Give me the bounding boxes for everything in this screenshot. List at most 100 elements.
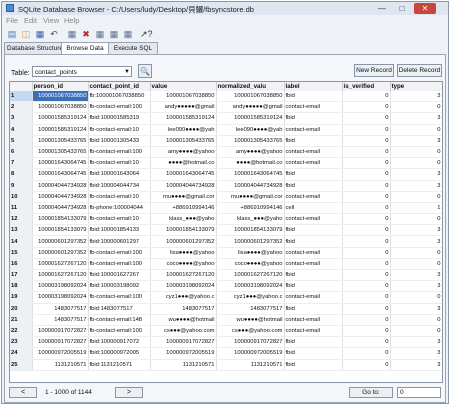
menu-view[interactable]: View: [43, 16, 59, 25]
table-cell[interactable]: fbid:100001643064: [88, 168, 151, 181]
table-cell[interactable]: fb-contact-email:10: [88, 124, 151, 136]
table-cell[interactable]: 100001305433765: [216, 135, 285, 147]
table-cell[interactable]: andy●●●●●@gmail: [216, 101, 285, 114]
table-cell[interactable]: wu●●●●@hotmail: [216, 314, 285, 326]
column-header[interactable]: value: [150, 82, 217, 91]
table-row[interactable]: 24 100000972005519 fbid:100000972005 100000…: [10, 347, 442, 360]
table-cell[interactable]: lee090●●●●@yah: [150, 124, 217, 136]
table-cell[interactable]: 0: [342, 347, 391, 360]
table-cell[interactable]: contact-email: [284, 258, 343, 271]
table-cell[interactable]: 1483077517: [150, 303, 217, 315]
table-cell[interactable]: 100001067038850: [150, 91, 217, 103]
delete-table-icon[interactable]: ✖: [80, 28, 92, 40]
table-cell[interactable]: mu●●●●@gmail.cor: [150, 191, 217, 203]
table-cell[interactable]: 100000601297352: [32, 235, 89, 248]
table-cell[interactable]: 100001585319124: [150, 112, 217, 125]
table-cell[interactable]: 3: [390, 303, 442, 315]
tab-database-structure[interactable]: Database Structure: [4, 42, 63, 54]
table-cell[interactable]: contact-email: [284, 314, 343, 326]
table-cell[interactable]: fbid: [284, 168, 343, 181]
table-cell[interactable]: fbid:100001305433: [88, 135, 151, 147]
table-cell[interactable]: 0: [342, 325, 391, 338]
table-cell[interactable]: 100001643064745: [150, 168, 217, 181]
table-cell[interactable]: contact-email: [284, 325, 343, 338]
table-cell[interactable]: 100001305433765: [32, 135, 89, 147]
table-cell[interactable]: 3: [390, 347, 442, 360]
table-cell[interactable]: fbid: [284, 180, 343, 192]
table-cell[interactable]: 0: [342, 168, 391, 181]
prev-page-button[interactable]: <: [9, 387, 37, 398]
table-cell[interactable]: 100001854133079: [32, 224, 89, 237]
table-cell[interactable]: fb:100001067038850: [88, 91, 151, 103]
table-cell[interactable]: 100004044734928: [32, 180, 89, 192]
table-cell[interactable]: 0: [342, 336, 391, 349]
close-button[interactable]: ✕: [414, 3, 436, 14]
table-row[interactable]: 12 100001854133079 fb-contact-email:10 klas…: [10, 213, 442, 226]
table-cell[interactable]: 100001067038850: [216, 91, 285, 103]
table-cell[interactable]: 0: [390, 191, 442, 203]
table-cell[interactable]: 0: [390, 124, 442, 136]
table-row[interactable]: 23 100000917072827 fbid:100000917072 100000…: [10, 336, 442, 349]
table-cell[interactable]: 0: [342, 247, 391, 259]
table-cell[interactable]: 100004044734928: [150, 180, 217, 192]
data-grid[interactable]: person_id contact_point_id value normalized…: [9, 81, 443, 383]
table-cell[interactable]: fbid: [284, 359, 343, 371]
create-table-icon[interactable]: ▦: [66, 28, 78, 40]
table-cell[interactable]: fb-contact-email:10: [88, 191, 151, 203]
table-cell[interactable]: 100003198092024: [32, 291, 89, 304]
table-cell[interactable]: 0: [390, 157, 442, 170]
table-cell[interactable]: +886910994146: [216, 202, 285, 215]
table-cell[interactable]: fb-contact-email:100: [88, 258, 151, 271]
table-cell[interactable]: fbid:100001854133: [88, 224, 151, 237]
table-cell[interactable]: fb-contact-email:100: [88, 146, 151, 159]
table-cell[interactable]: amy●●●●@yahoo: [150, 146, 217, 159]
table-cell[interactable]: 100003198092024: [216, 280, 285, 293]
table-cell[interactable]: 0: [342, 191, 391, 203]
modify-table-icon[interactable]: ▦: [94, 28, 106, 40]
tab-execute-sql[interactable]: Execute SQL: [108, 42, 158, 54]
table-cell[interactable]: 100004044734928: [32, 202, 89, 215]
table-cell[interactable]: fbid: [284, 112, 343, 125]
table-cell[interactable]: 100001627267120: [216, 269, 285, 282]
table-cell[interactable]: 0: [342, 180, 391, 192]
table-cell[interactable]: 100001067038850: [32, 91, 89, 103]
table-cell[interactable]: contact-email: [284, 146, 343, 159]
table-cell[interactable]: 0: [342, 135, 391, 147]
table-cell[interactable]: contact-email: [284, 291, 343, 304]
goto-button[interactable]: Go to:: [349, 387, 393, 398]
table-cell[interactable]: 0: [342, 146, 391, 159]
column-header[interactable]: person_id: [32, 82, 89, 91]
table-cell[interactable]: contact-email: [284, 191, 343, 203]
table-cell[interactable]: 100001627267120: [32, 258, 89, 271]
table-cell[interactable]: fbid: [284, 135, 343, 147]
table-row[interactable]: 11 100004044734928 fb-phone:100004044 +8869…: [10, 202, 442, 215]
table-cell[interactable]: 3: [390, 112, 442, 125]
table-cell[interactable]: cs●●●@yahoo.com: [216, 325, 285, 338]
table-row[interactable]: 2 100001067038850 fb-contact-email:100 andy…: [10, 101, 442, 114]
table-row[interactable]: 1 100001067038850 fb:100001067038850 100001…: [10, 91, 442, 103]
table-row[interactable]: 21 1483077517 fb-contact-email:148 wu●●●●@h…: [10, 314, 442, 326]
table-cell[interactable]: 100001305433765: [32, 146, 89, 159]
table-cell[interactable]: lisa●●●●@yahoo: [216, 247, 285, 259]
table-cell[interactable]: klass_●●●@yaho: [150, 213, 217, 226]
table-row[interactable]: 4 100001585319124 fb-contact-email:10 lee09…: [10, 124, 442, 136]
table-cell[interactable]: fb-contact-email:100: [88, 101, 151, 114]
table-cell[interactable]: fbid:1483077517: [88, 303, 151, 315]
menu-edit[interactable]: Edit: [24, 16, 37, 25]
create-index-icon[interactable]: ▦: [108, 28, 120, 40]
minimize-button[interactable]: —: [374, 3, 390, 14]
table-cell[interactable]: 0: [342, 124, 391, 136]
table-cell[interactable]: 100001643064745: [216, 168, 285, 181]
table-row[interactable]: 22 100000917072827 fb-contact-email:100 cs●…: [10, 325, 442, 338]
table-cell[interactable]: 0: [342, 269, 391, 282]
table-cell[interactable]: 1131210571: [32, 359, 89, 371]
table-cell[interactable]: 3: [390, 224, 442, 237]
table-cell[interactable]: 100000917072827: [32, 336, 89, 349]
table-cell[interactable]: 100003198092024: [150, 280, 217, 293]
table-cell[interactable]: 3: [390, 168, 442, 181]
table-cell[interactable]: 100001585319124: [216, 112, 285, 125]
table-cell[interactable]: 100000917072827: [150, 336, 217, 349]
table-cell[interactable]: 1131210571: [150, 359, 217, 371]
table-cell[interactable]: fbid: [284, 280, 343, 293]
table-cell[interactable]: fb-contact-email:100: [88, 291, 151, 304]
